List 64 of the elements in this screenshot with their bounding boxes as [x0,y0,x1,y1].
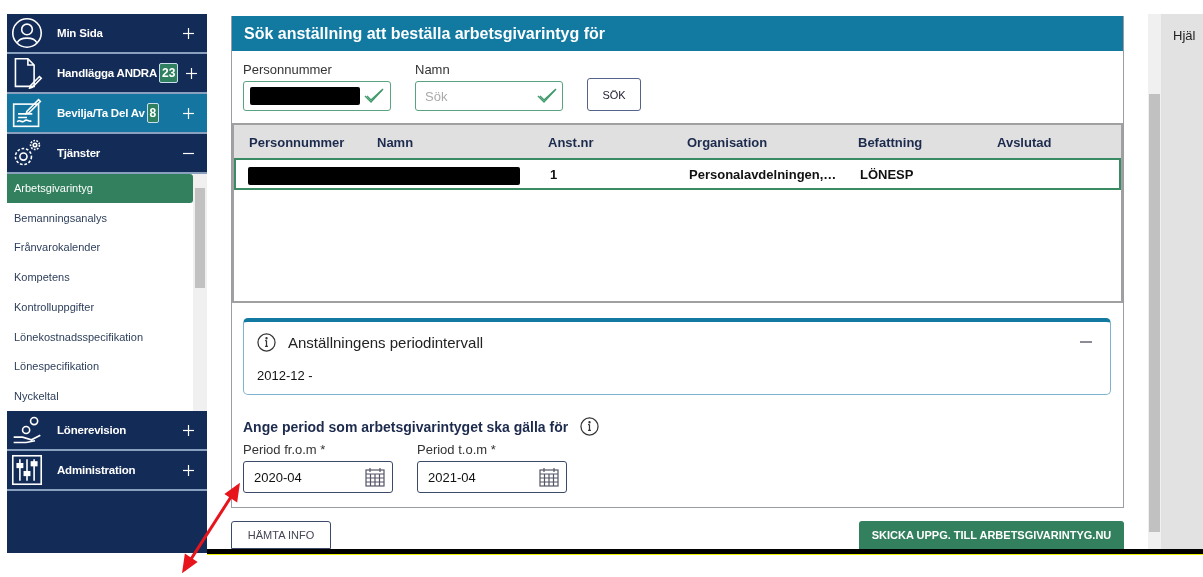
expand-icon[interactable] [186,67,198,79]
field-label: Namn [415,62,451,77]
nav-label: Tjänster [57,147,101,159]
calendar-icon[interactable] [539,467,559,487]
nav-label: Administration [57,464,136,476]
nav-label: Lönerevision [57,424,127,436]
nav-item[interactable]: Bevilja/Ta Del Av 8 [7,94,207,134]
nav-item[interactable]: Lönerevision [7,411,207,451]
fetch-button[interactable]: HÄMTA INFO [231,521,331,549]
input-field[interactable] [243,81,391,111]
submenu-item[interactable]: Lönespecifikation [7,351,193,382]
scrollbar[interactable] [193,174,207,411]
column-header: Anst.nr [548,134,594,149]
table-cell: 1 [550,166,558,182]
help-title: Hjäl [1173,28,1196,43]
expand-icon[interactable] [183,27,194,39]
nav-label: Bevilja/Ta Del Av [57,107,145,119]
table-row[interactable]: 1 Personalavdelningen,… LÖNESP [234,158,1121,190]
search-button[interactable]: SÖK [587,78,641,111]
date-field[interactable]: 2021-04 [417,461,567,493]
calendar-icon[interactable] [365,467,385,487]
submenu-item[interactable]: Lönekostnadsspecifikation [7,321,193,352]
submenu-item[interactable]: Kompetens [7,262,193,293]
column-header: Avslutad [997,134,1052,149]
column-header: Befattning [858,134,923,149]
info-icon [257,332,276,352]
scrollbar-thumb[interactable] [1149,94,1160,532]
section-heading: Ange period som arbetsgivarintyget ska gälla för [243,418,569,435]
expand-icon[interactable] [183,424,194,436]
nav-label: Handlägga ANDRA [57,67,158,79]
submenu-item[interactable]: Frånvarokalender [7,232,193,263]
field-label: Personnummer [243,62,333,77]
column-header: Namn [377,134,414,149]
scrollbar[interactable] [1148,14,1161,549]
field-label: Period fr.o.m * [243,442,327,457]
table-cell: LÖNESP [860,166,914,182]
nav-label: Min Sida [57,27,103,39]
check-icon [537,88,557,104]
field-label: Period t.o.m * [417,442,497,457]
expand-icon[interactable] [183,464,194,476]
count-badge: 8 [146,103,160,123]
info-icon[interactable] [580,417,600,436]
scrollbar-thumb[interactable] [195,188,205,288]
column-header: Organisation [687,134,768,149]
nav-item[interactable]: Administration [7,451,207,491]
table-cell: Personalavdelningen,… [689,166,837,182]
submenu-item[interactable]: Kontrolluppgifter [7,292,193,322]
nav-item[interactable]: Min Sida [7,14,207,54]
column-header: Personnummer [249,134,345,149]
hand-coins-icon [11,414,43,446]
input-field[interactable]: Sök [415,81,563,111]
period-value: 2012-12 - [256,368,314,383]
submenu-item[interactable]: Bemanningsanalys [7,202,193,233]
date-field[interactable]: 2020-04 [243,461,393,493]
signature-icon [11,97,43,129]
sliders-icon [11,454,43,486]
count-badge: 23 [159,63,179,83]
accordion-title: Anställningens periodintervall [288,333,484,351]
submit-button[interactable]: SKICKA UPPG. TILL ARBETSGIVARINTYG.NU [859,521,1124,549]
person-icon [11,17,43,49]
panel-title: Sök anställning att beställa arbetsgivarintyg för [232,16,1123,51]
submenu-item[interactable]: Arbetsgivarintyg [7,174,193,203]
check-icon [364,88,384,104]
submenu-item[interactable]: Nyckeltal [7,381,193,412]
